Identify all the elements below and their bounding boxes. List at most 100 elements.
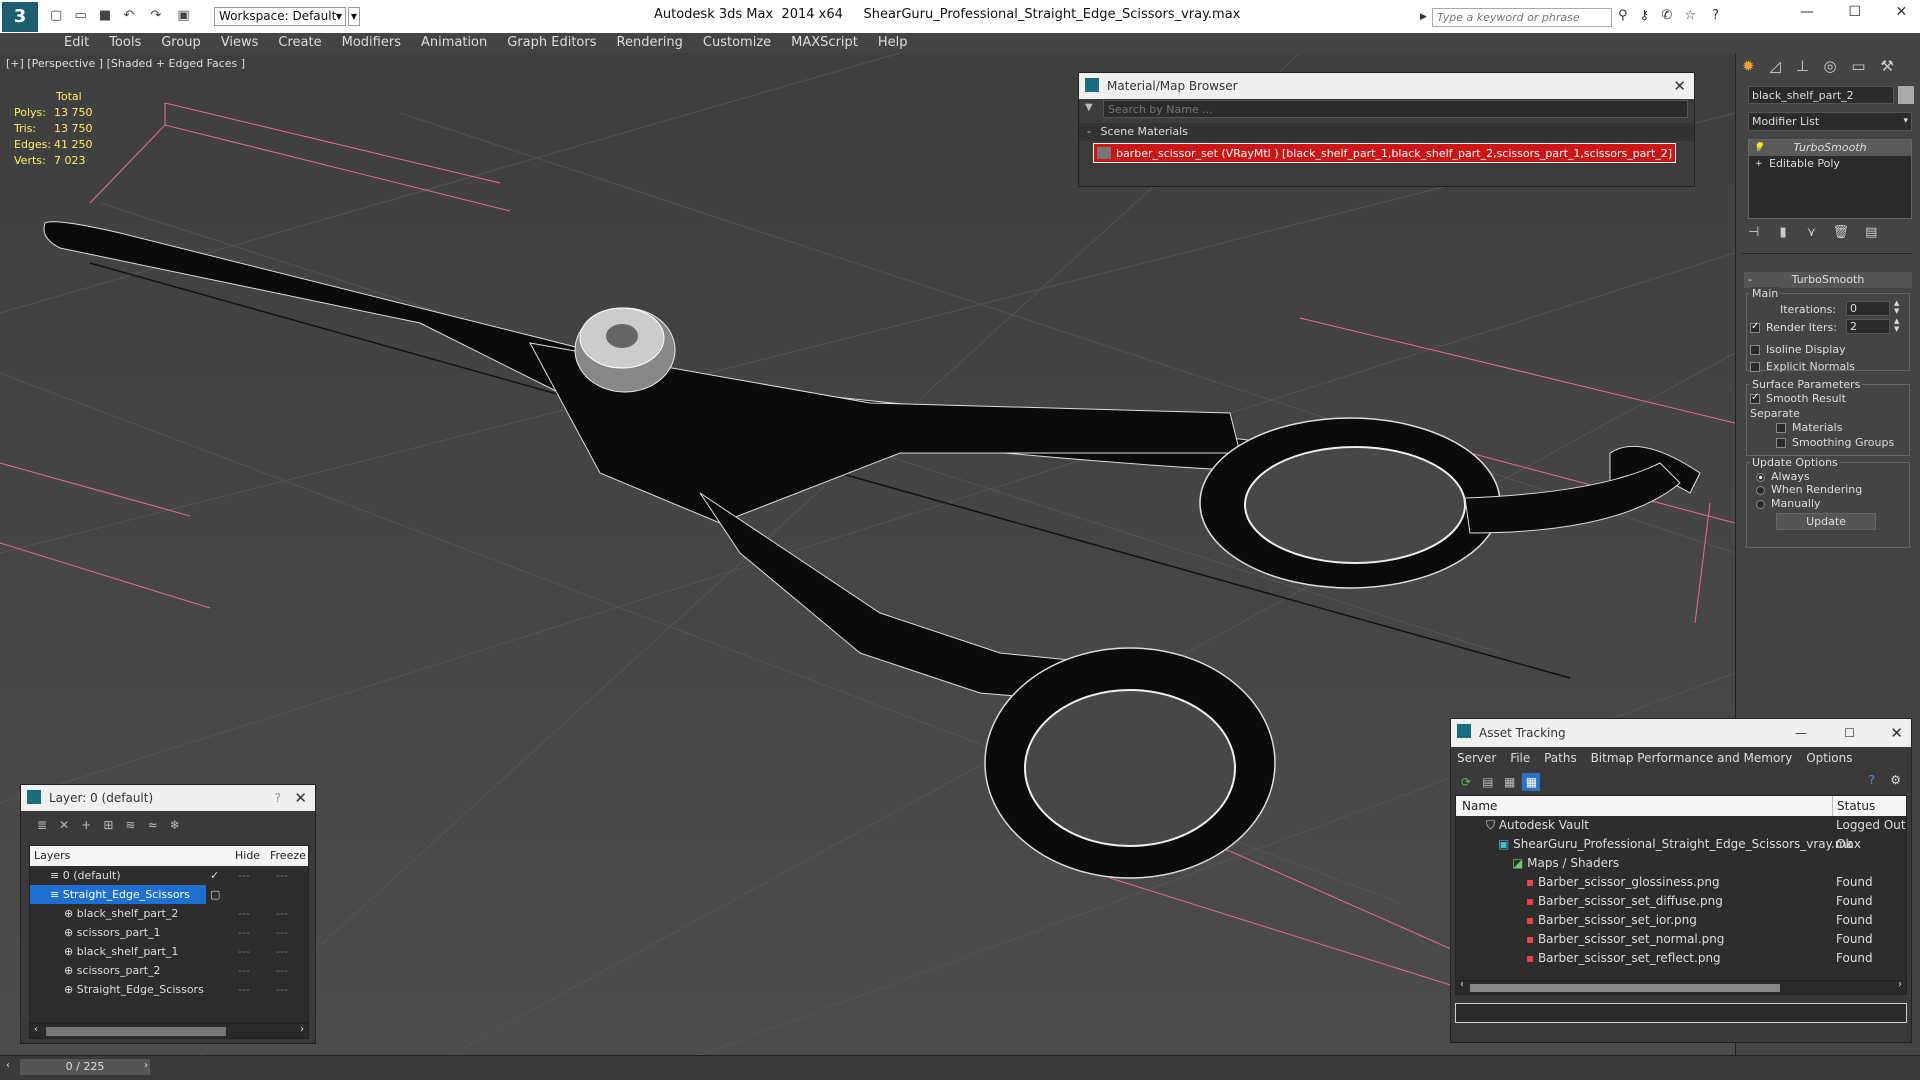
scroll-left-icon[interactable]: ‹ bbox=[1460, 979, 1464, 990]
layer-row-selected[interactable]: ≡ Straight_Edge_Scissors ▢ bbox=[30, 885, 220, 904]
hide-toggle[interactable]: --- bbox=[238, 923, 250, 942]
scroll-right-icon[interactable]: › bbox=[1898, 979, 1902, 990]
workspace-dropdown[interactable]: Workspace: Default ▼ bbox=[214, 7, 346, 26]
refresh-icon[interactable]: ⟳ bbox=[1457, 773, 1475, 791]
scroll-left-icon[interactable]: ‹ bbox=[34, 1024, 38, 1035]
asset-menu-file[interactable]: File bbox=[1510, 751, 1530, 765]
close-icon[interactable]: ✕ bbox=[1890, 719, 1903, 747]
menu-graph-editors[interactable]: Graph Editors bbox=[497, 33, 606, 53]
column-hide[interactable]: Hide bbox=[235, 846, 260, 866]
scroll-thumb[interactable] bbox=[1470, 984, 1780, 992]
column-name[interactable]: Name bbox=[1456, 799, 1497, 813]
show-end-result-icon[interactable]: ▮ bbox=[1779, 225, 1786, 240]
layer-object-row[interactable]: ⊕ Straight_Edge_Scissors --- --- bbox=[30, 980, 308, 999]
smoothing-groups-checkbox[interactable] bbox=[1776, 438, 1786, 448]
redo-icon[interactable]: ↷ bbox=[150, 8, 161, 23]
column-freeze[interactable]: Freeze bbox=[270, 846, 306, 866]
prev-frame-icon[interactable]: ‹ bbox=[6, 1060, 10, 1071]
object-name-field[interactable] bbox=[1748, 86, 1894, 104]
always-radio[interactable] bbox=[1756, 472, 1765, 482]
table-view-icon[interactable]: ▦ bbox=[1522, 773, 1541, 791]
scroll-thumb[interactable] bbox=[46, 1027, 226, 1036]
asset-menu-paths[interactable]: Paths bbox=[1544, 751, 1577, 765]
asset-tracking-titlebar[interactable]: Asset Tracking — ☐ ✕ bbox=[1451, 719, 1911, 747]
menu-edit[interactable]: Edit bbox=[54, 33, 99, 53]
menu-rendering[interactable]: Rendering bbox=[607, 33, 693, 53]
viewport-label[interactable]: [+] [Perspective ] [Shaded + Edged Faces… bbox=[6, 57, 245, 70]
asset-menu-server[interactable]: Server bbox=[1457, 751, 1496, 765]
settings-icon[interactable]: ⚙ bbox=[1890, 773, 1901, 787]
close-icon[interactable]: ✕ bbox=[1673, 73, 1686, 99]
pin-stack-icon[interactable]: ⊣ bbox=[1748, 225, 1759, 240]
app-logo-icon[interactable]: 3 bbox=[2, 2, 38, 32]
minimize-icon[interactable]: — bbox=[1795, 719, 1807, 747]
favorites-star-icon[interactable]: ☆ bbox=[1684, 8, 1696, 23]
update-button[interactable]: Update bbox=[1776, 513, 1876, 530]
undo-icon[interactable]: ↶ bbox=[123, 8, 134, 23]
modify-tab-icon[interactable]: ◿ bbox=[1769, 57, 1781, 75]
create-layer-icon[interactable]: ≣ bbox=[33, 816, 51, 834]
active-check-icon[interactable]: ✓ bbox=[210, 866, 219, 885]
layer-panel-titlebar[interactable]: Layer: 0 (default) ? ✕ bbox=[21, 785, 315, 811]
render-iters-toggle[interactable]: Render Iters: bbox=[1750, 321, 1837, 334]
next-frame-icon[interactable]: › bbox=[144, 1060, 148, 1071]
asset-row[interactable]: ▪ Barber_scissor_set_diffuse.png Found bbox=[1456, 892, 1906, 911]
when-rendering-option[interactable]: When Rendering bbox=[1756, 483, 1862, 496]
scroll-right-icon[interactable]: › bbox=[300, 1024, 304, 1035]
help-icon[interactable]: ? bbox=[1869, 773, 1875, 787]
explicit-normals-toggle[interactable]: Explicit Normals bbox=[1750, 360, 1855, 373]
light-bulb-icon[interactable]: 💡 bbox=[1753, 140, 1764, 156]
menu-help[interactable]: Help bbox=[868, 33, 918, 53]
new-file-icon[interactable]: ▢ bbox=[50, 8, 62, 23]
material-browser-titlebar[interactable]: Material/Map Browser ✕ bbox=[1079, 73, 1694, 99]
when-rendering-radio[interactable] bbox=[1756, 485, 1765, 495]
layer-object-row[interactable]: ⊕ black_shelf_part_2 --- --- bbox=[30, 904, 308, 923]
minimize-icon[interactable]: — bbox=[1800, 4, 1814, 20]
material-search-input[interactable] bbox=[1103, 100, 1688, 118]
freeze-toggle[interactable]: --- bbox=[276, 942, 288, 961]
menu-modifiers[interactable]: Modifiers bbox=[332, 33, 411, 53]
asset-row[interactable]: ▣ ShearGuru_Professional_Straight_Edge_S… bbox=[1456, 835, 1906, 854]
menu-maxscript[interactable]: MAXScript bbox=[781, 33, 868, 53]
always-option[interactable]: Always bbox=[1756, 470, 1810, 483]
manually-option[interactable]: Manually bbox=[1756, 497, 1821, 510]
stack-item-turbosmooth[interactable]: 💡 TurboSmooth bbox=[1749, 140, 1911, 156]
timeline[interactable]: ‹ 0 / 225 › bbox=[0, 1055, 1920, 1080]
asset-row[interactable]: ▪ Barber_scissor_set_normal.png Found bbox=[1456, 930, 1906, 949]
search-input[interactable] bbox=[1432, 8, 1612, 27]
hide-all-icon[interactable]: ≈ bbox=[144, 816, 162, 834]
menu-tools[interactable]: Tools bbox=[99, 33, 151, 53]
delete-layer-icon[interactable]: ✕ bbox=[55, 816, 73, 834]
remove-modifier-icon[interactable]: 🗑 bbox=[1832, 225, 1849, 240]
freeze-toggle[interactable]: --- bbox=[276, 961, 288, 980]
asset-menu-options[interactable]: Options bbox=[1806, 751, 1852, 765]
filter-icon[interactable]: ▼ bbox=[1085, 102, 1093, 113]
workspace-menu-button[interactable]: ▼ bbox=[348, 7, 360, 26]
binoculars-icon[interactable]: ⚲ bbox=[1618, 8, 1628, 23]
object-color-swatch[interactable] bbox=[1898, 86, 1914, 104]
key-icon[interactable]: ⚷ bbox=[1640, 8, 1650, 23]
freeze-toggle[interactable]: --- bbox=[276, 866, 288, 885]
create-tab-icon[interactable]: ✹ bbox=[1742, 57, 1755, 75]
hide-toggle[interactable]: --- bbox=[238, 942, 250, 961]
list-view-icon[interactable]: ▤ bbox=[1479, 773, 1497, 791]
column-status[interactable]: Status bbox=[1832, 796, 1875, 816]
isoline-display-toggle[interactable]: Isoline Display bbox=[1750, 343, 1846, 356]
menu-group[interactable]: Group bbox=[151, 33, 211, 53]
explicit-normals-checkbox[interactable] bbox=[1750, 362, 1760, 372]
layer-object-row[interactable]: ⊕ scissors_part_1 --- --- bbox=[30, 923, 308, 942]
layer-object-row[interactable]: ⊕ black_shelf_part_1 --- --- bbox=[30, 942, 308, 961]
menu-customize[interactable]: Customize bbox=[693, 33, 781, 53]
modifier-list-dropdown[interactable]: Modifier List ▾ bbox=[1748, 112, 1912, 131]
highlight-layer-icon[interactable]: ≋ bbox=[122, 816, 140, 834]
hierarchy-tab-icon[interactable]: ⊥ bbox=[1796, 57, 1809, 75]
asset-path-field[interactable] bbox=[1455, 1003, 1907, 1023]
hide-toggle[interactable]: --- bbox=[238, 980, 250, 999]
maximize-icon[interactable]: ☐ bbox=[1848, 4, 1861, 20]
asset-row[interactable]: ▪ Barber_scissor_set_ior.png Found bbox=[1456, 911, 1906, 930]
menu-animation[interactable]: Animation bbox=[411, 33, 497, 53]
scene-materials-header[interactable]: - Scene Materials bbox=[1079, 123, 1694, 141]
help-icon[interactable]: ? bbox=[275, 785, 281, 811]
time-slider[interactable]: 0 / 225 bbox=[20, 1059, 150, 1075]
isoline-checkbox[interactable] bbox=[1750, 345, 1760, 355]
